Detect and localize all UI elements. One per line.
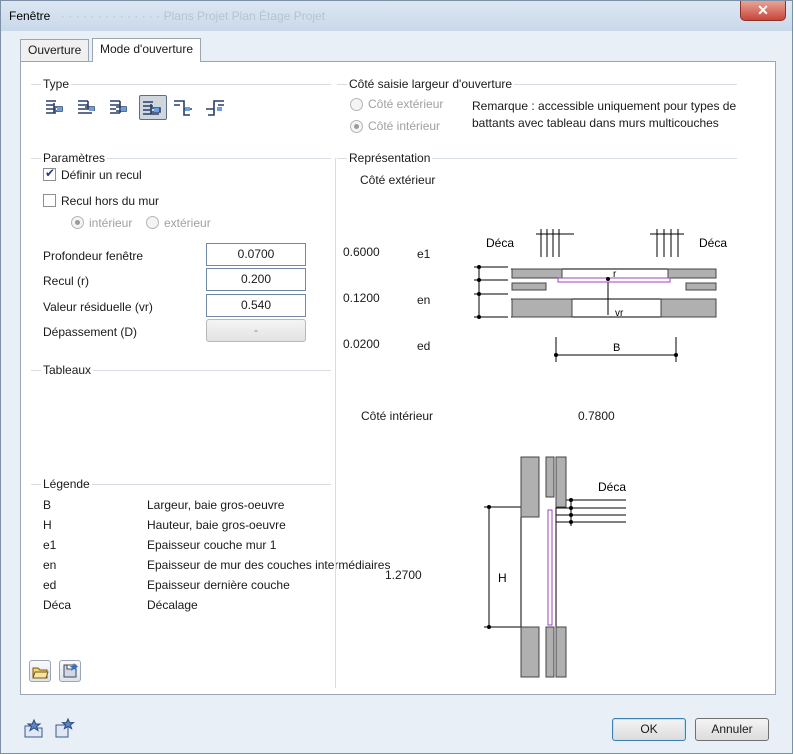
ext-side-label: Côté extérieur [360, 173, 436, 187]
b-label: B [613, 342, 620, 354]
residual-field[interactable]: 0.540 [206, 294, 306, 317]
depth-field[interactable]: 0.0700 [206, 243, 306, 266]
type-option-5-button[interactable] [171, 95, 199, 120]
footer-favorite-open[interactable] [23, 717, 45, 739]
deca-right-label: Déca [699, 236, 727, 250]
opening-type-4-icon [143, 101, 161, 115]
radio-interieur[interactable] [71, 216, 84, 229]
depth-label: Profondeur fenêtre [43, 249, 144, 263]
opening-type-1-icon [46, 100, 63, 114]
star-folder-icon [24, 718, 43, 738]
cancel-button[interactable]: Annuler [695, 718, 769, 741]
e1-value: 0.6000 [343, 245, 380, 259]
legend-key-e1: e1 [43, 538, 57, 552]
save-favorite-button[interactable] [59, 660, 81, 682]
vr-label: vr [615, 308, 624, 319]
close-button[interactable]: ✕ [740, 1, 786, 21]
window-title: Fenêtre [9, 9, 51, 23]
recess-outside-label: Recul hors du mur [61, 194, 160, 208]
opening-type-6-icon [206, 100, 224, 116]
star-save-icon [55, 717, 75, 738]
type-option-1-button[interactable] [43, 95, 71, 120]
remark-line-1: Remarque : accessible uniquement pour ty… [472, 99, 737, 113]
e1-label: e1 [417, 247, 431, 261]
type-group-label: Type [41, 77, 72, 91]
footer-favorite-save[interactable] [53, 717, 75, 739]
open-favorite-button[interactable] [29, 660, 51, 682]
radio-interieur-label: intérieur [89, 216, 133, 230]
legend-desc-en: Epaisseur de mur des couches intermédiai… [147, 558, 391, 572]
deca-left-label: Déca [486, 236, 514, 250]
radio-exterieur-label: extérieur [164, 216, 211, 230]
tableaux-group-label: Tableaux [41, 363, 94, 377]
overhang-field: - [206, 319, 306, 342]
tab-ouverture[interactable]: Ouverture [20, 39, 90, 61]
plan-section-diagram: Déca Déca r vr B [474, 229, 727, 362]
type-option-6-button[interactable] [203, 95, 231, 120]
radio-cote-exterieur[interactable] [350, 98, 363, 111]
deca-bottom-label: Déca [598, 480, 626, 494]
legend-key-h: H [43, 518, 52, 532]
define-recess-label: Définir un recul [61, 168, 142, 182]
legend-desc-e1: Epaisseur couche mur 1 [147, 538, 277, 552]
h-label: H [498, 571, 507, 585]
side-group-label: Côté saisie largeur d'ouverture [347, 77, 515, 91]
legend-desc-h: Hauteur, baie gros-oeuvre [147, 518, 286, 532]
legend-key-en: en [43, 558, 57, 572]
int-side-label: Côté intérieur [361, 409, 434, 423]
define-recess-checkbox[interactable] [43, 166, 56, 181]
recess-label: Recul (r) [43, 274, 90, 288]
legend-key-ed: ed [43, 578, 57, 592]
opening-type-3-icon [110, 100, 127, 114]
legend-desc-b: Largeur, baie gros-oeuvre [147, 498, 285, 512]
legend-desc-deca: Décalage [147, 598, 198, 612]
legend-group-label: Légende [41, 477, 92, 491]
folder-open-icon [32, 667, 49, 679]
ok-button[interactable]: OK [612, 718, 686, 741]
radio-cote-exterieur-label: Côté extérieur [368, 97, 444, 111]
elevation-section-diagram: Déca H [484, 456, 626, 678]
opening-type-5-icon [174, 100, 192, 116]
radio-exterieur[interactable] [146, 216, 159, 229]
recess-field[interactable]: 0.200 [206, 268, 306, 291]
residual-label: Valeur résiduelle (vr) [43, 300, 153, 314]
type-option-3-button[interactable] [107, 95, 135, 120]
tab-mode-ouverture[interactable]: Mode d'ouverture [92, 38, 202, 62]
radio-cote-interieur-label: Côté intérieur [368, 119, 441, 133]
height-value: 1.2700 [385, 568, 422, 582]
representation-group-label: Représentation [347, 151, 433, 165]
en-value: 0.1200 [343, 291, 380, 305]
width-value: 0.7800 [578, 409, 615, 423]
radio-cote-interieur[interactable] [350, 120, 363, 133]
dialog-window: Fenêtre · · · · · · · · · · · · · · Plan… [0, 0, 793, 754]
ed-label: ed [417, 339, 431, 353]
legend-key-b: B [43, 498, 52, 512]
opening-type-2-icon [78, 100, 95, 114]
type-option-4-button[interactable] [139, 95, 167, 120]
background-window-title: · · · · · · · · · · · · · · Plans Projet… [61, 9, 326, 23]
en-label: en [417, 293, 431, 307]
params-group-label: Paramètres [41, 151, 108, 165]
ed-value: 0.0200 [343, 337, 380, 351]
overhang-label: Dépassement (D) [43, 325, 138, 339]
save-favorite-icon [63, 663, 79, 678]
type-option-2-button[interactable] [75, 95, 103, 120]
legend-key-deca: Déca [43, 598, 72, 612]
legend-desc-ed: Epaisseur dernière couche [147, 578, 290, 592]
title-bar[interactable]: Fenêtre · · · · · · · · · · · · · · Plan… [1, 1, 792, 31]
remark-line-2: battants avec tableau dans murs multicou… [472, 116, 719, 130]
tab-panel: Type Côté saisie largeur d'ouverture Côt… [20, 61, 776, 695]
recess-outside-checkbox[interactable] [43, 194, 56, 207]
